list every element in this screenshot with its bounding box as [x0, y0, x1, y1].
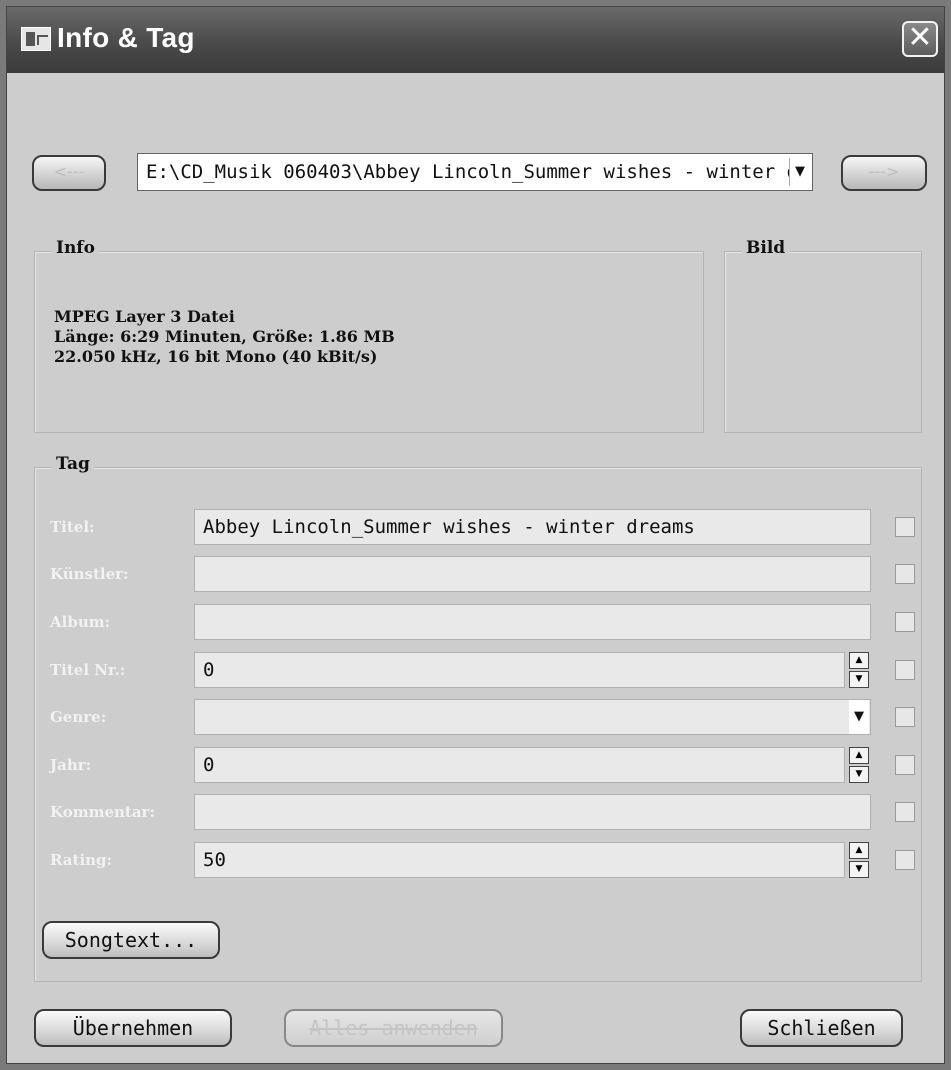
close-icon[interactable]: ✕ [902, 21, 938, 57]
chevron-down-icon[interactable]: ▼ [849, 671, 869, 688]
title-bar[interactable]: Info & Tag ✕ [7, 7, 944, 73]
year-checkbox[interactable] [895, 755, 915, 775]
title-field[interactable]: Abbey Lincoln_Summer wishes - winter dre… [194, 509, 871, 545]
tag-group-label: Tag [52, 454, 94, 474]
comment-label: Kommentar: [50, 803, 155, 821]
rating-label: Rating: [50, 851, 113, 869]
previous-file-button[interactable]: <--- [32, 155, 106, 191]
artist-field[interactable] [194, 556, 871, 592]
year-stepper[interactable]: ▲ ▼ [849, 747, 869, 783]
songtext-button[interactable]: Songtext... [42, 921, 220, 959]
chevron-up-icon[interactable]: ▲ [849, 842, 869, 859]
genre-select[interactable] [194, 699, 871, 735]
artist-checkbox[interactable] [895, 564, 915, 584]
rating-field[interactable]: 50 [194, 842, 845, 878]
artist-label: Künstler: [50, 565, 129, 583]
album-checkbox[interactable] [895, 612, 915, 632]
genre-label: Genre: [50, 708, 107, 726]
window-title: Info & Tag [57, 22, 195, 53]
chevron-up-icon[interactable]: ▲ [849, 652, 869, 669]
app-icon [21, 27, 51, 51]
comment-field[interactable] [194, 794, 871, 830]
rating-checkbox[interactable] [895, 850, 915, 870]
album-label: Album: [50, 613, 111, 631]
track-number-field[interactable]: 0 [194, 652, 845, 688]
info-line-format: MPEG Layer 3 Datei [54, 307, 235, 326]
file-info-text: MPEG Layer 3 Datei Länge: 6:29 Minuten, … [54, 307, 395, 367]
chevron-down-icon[interactable]: ▼ [849, 766, 869, 783]
genre-checkbox[interactable] [895, 707, 915, 727]
file-path-text: E:\CD_Musik 060403\Abbey Lincoln_Summer … [146, 161, 790, 183]
bild-group-label: Bild [742, 238, 790, 258]
comment-checkbox[interactable] [895, 802, 915, 822]
chevron-up-icon[interactable]: ▲ [849, 747, 869, 764]
track-number-stepper[interactable]: ▲ ▼ [849, 652, 869, 688]
rating-stepper[interactable]: ▲ ▼ [849, 842, 869, 878]
track-number-checkbox[interactable] [895, 660, 915, 680]
year-field[interactable]: 0 [194, 747, 845, 783]
apply-all-button: Alles anwenden [284, 1009, 503, 1047]
chevron-down-icon[interactable]: ▼ [849, 700, 869, 734]
info-line-audio: 22.050 kHz, 16 bit Mono (40 kBit/s) [54, 347, 378, 366]
apply-button[interactable]: Übernehmen [34, 1009, 232, 1047]
file-path-combobox[interactable]: E:\CD_Musik 060403\Abbey Lincoln_Summer … [137, 153, 813, 191]
next-file-button[interactable]: ---> [841, 155, 927, 191]
album-field[interactable] [194, 604, 871, 640]
close-button[interactable]: Schließen [740, 1009, 903, 1047]
chevron-down-icon[interactable]: ▼ [849, 861, 869, 878]
title-checkbox[interactable] [895, 517, 915, 537]
year-label: Jahr: [50, 756, 92, 774]
title-label: Titel: [50, 518, 95, 536]
track-number-label: Titel Nr.: [50, 661, 126, 679]
info-group-label: Info [52, 238, 99, 258]
bild-groupbox [724, 251, 922, 433]
chevron-down-icon[interactable]: ▼ [789, 158, 810, 186]
info-tag-dialog: Info & Tag ✕ <--- E:\CD_Musik 060403\Abb… [6, 6, 945, 1064]
info-line-length-size: Länge: 6:29 Minuten, Größe: 1.86 MB [54, 327, 395, 346]
